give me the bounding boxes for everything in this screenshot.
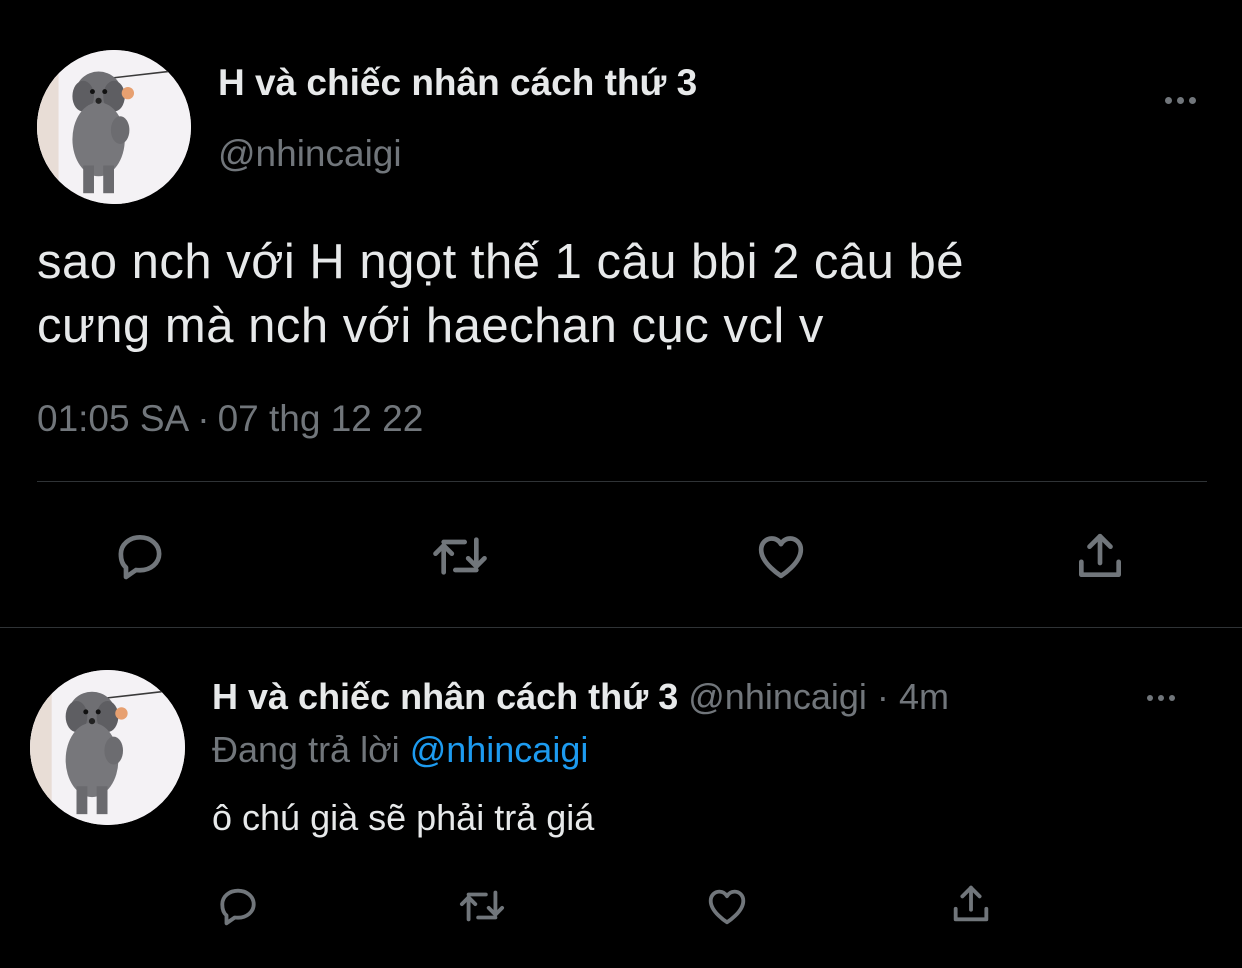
section-divider — [0, 627, 1242, 628]
replying-label: Đang trả lời — [212, 729, 400, 770]
share-icon — [953, 885, 989, 922]
retweet-icon — [459, 890, 505, 922]
like-button[interactable] — [748, 524, 814, 588]
reply-like-button[interactable] — [700, 880, 754, 932]
more-horizontal-icon — [1147, 695, 1175, 701]
divider — [37, 481, 1207, 482]
reply-text: ô chú già sẽ phải trả giá — [212, 797, 595, 838]
more-horizontal-icon — [1164, 96, 1196, 104]
tweet-detail-screen: H và chiếc nhân cách thứ 3 @nhincaigi sa… — [0, 0, 1242, 968]
reply-separator: · — [876, 676, 889, 717]
tweet-text: sao nch với H ngọt thế 1 câu bbi 2 câu b… — [37, 230, 1197, 358]
tweet-text-line: sao nch với H ngọt thế 1 câu bbi 2 câu b… — [37, 235, 965, 289]
reply-time-ago[interactable]: 4m — [899, 676, 949, 717]
reply-display-name[interactable]: H và chiếc nhân cách thứ 3 — [212, 676, 678, 717]
reply-reply-button[interactable] — [212, 880, 264, 932]
reply-share-button[interactable] — [945, 878, 997, 930]
user-handle[interactable]: @nhincaigi — [218, 133, 402, 175]
tweet-text-line: cưng mà nch với haechan cục vcl v — [37, 299, 824, 353]
meta-separator: · — [197, 398, 210, 439]
reply-icon — [220, 888, 256, 926]
reply-user-handle[interactable]: @nhincaigi — [688, 676, 867, 717]
like-icon — [758, 536, 804, 579]
replying-to: Đang trả lời @nhincaigi — [212, 729, 588, 771]
reply-retweet-button[interactable] — [453, 880, 511, 932]
retweet-button[interactable] — [425, 524, 495, 588]
reply-header: H và chiếc nhân cách thứ 3 @nhincaigi · … — [212, 676, 949, 718]
share-button[interactable] — [1068, 524, 1132, 588]
avatar-photo-dog — [37, 50, 191, 204]
retweet-icon — [433, 537, 487, 575]
tweet-timestamp[interactable]: 01:05 SA · 07 thg 12 22 — [37, 398, 423, 440]
display-name[interactable]: H và chiếc nhân cách thứ 3 — [218, 62, 697, 104]
tweet-time: 01:05 SA — [37, 398, 190, 439]
more-options-button[interactable] — [1152, 80, 1208, 120]
reply-button[interactable] — [108, 524, 172, 588]
share-icon — [1079, 533, 1121, 577]
replying-mention-link[interactable]: @nhincaigi — [410, 729, 589, 770]
avatar-photo-dog — [30, 670, 185, 825]
like-icon — [708, 889, 746, 925]
reply-icon — [118, 535, 162, 580]
reply-avatar[interactable] — [30, 670, 185, 825]
tweet-date: 07 thg 12 22 — [217, 398, 424, 439]
avatar[interactable] — [37, 50, 191, 204]
reply-more-options-button[interactable] — [1136, 680, 1186, 716]
